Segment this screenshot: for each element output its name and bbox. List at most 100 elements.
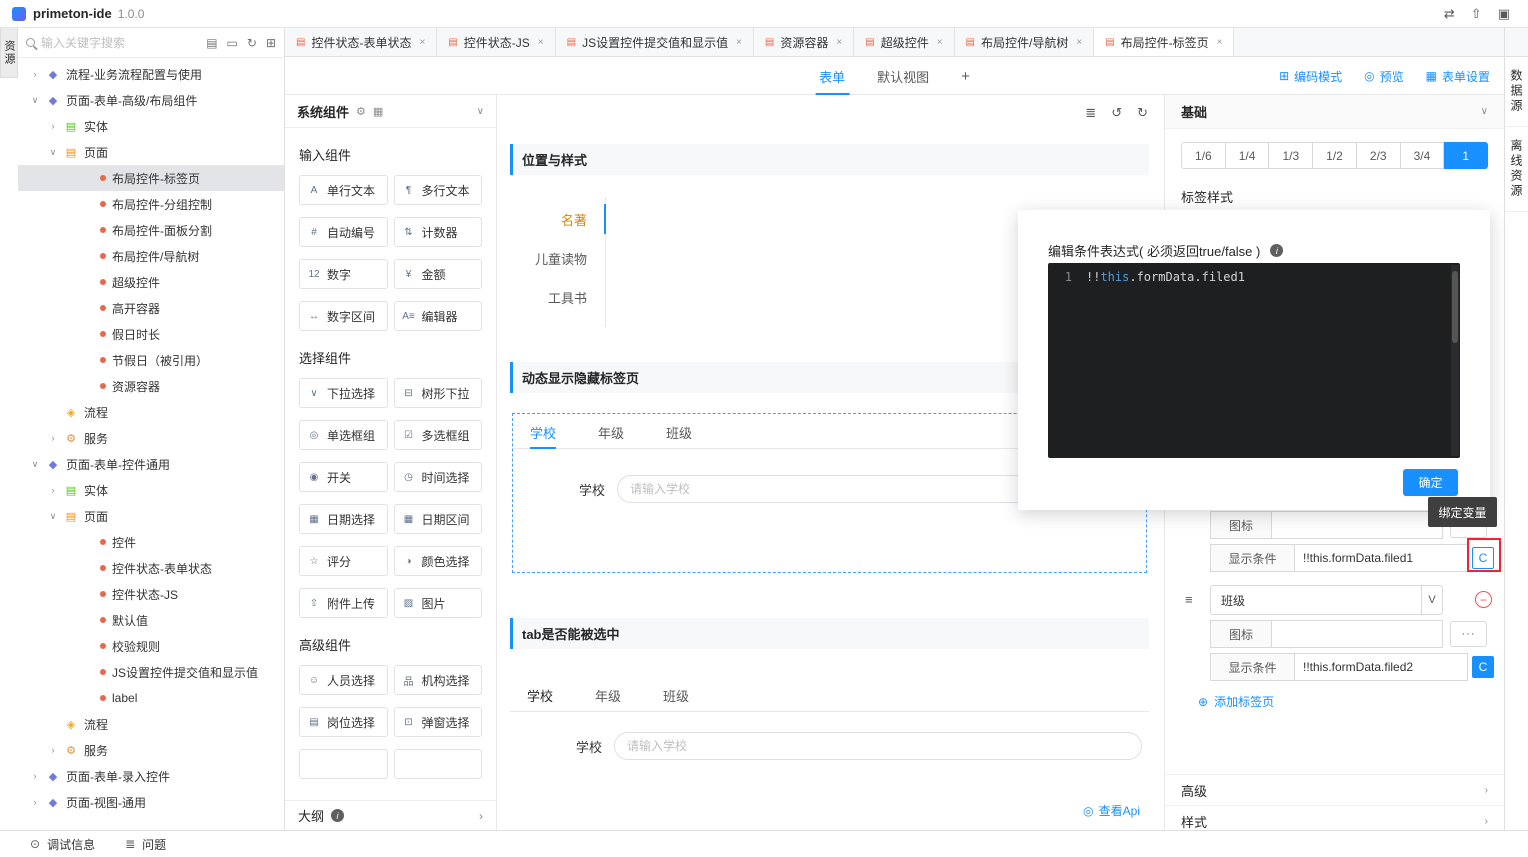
tree-item[interactable]: 控件状态-JS — [18, 581, 284, 607]
dock-tab[interactable]: 离线资源 — [1505, 127, 1528, 212]
file-upload[interactable]: ⇧附件上传 — [299, 588, 388, 618]
gear-icon[interactable]: ⚙ — [356, 105, 366, 118]
tree-item[interactable]: ›◆流程-业务流程配置与使用 — [18, 61, 284, 87]
tree-caret-icon[interactable]: › — [30, 69, 40, 79]
tree-item[interactable]: ›▤实体 — [18, 113, 284, 139]
number[interactable]: 12数字 — [299, 259, 388, 289]
resource-panel-tab[interactable]: 资源 — [0, 28, 18, 78]
view-tab[interactable]: 默认视图 — [877, 57, 929, 95]
drag-handle-icon[interactable]: ≡ — [1185, 592, 1193, 607]
tree-item[interactable]: ∨▤页面 — [18, 139, 284, 165]
canvas-tab[interactable]: 班级 — [666, 416, 692, 448]
vertical-tab[interactable]: 工具书 — [510, 282, 605, 312]
vertical-tab[interactable]: 名著 — [510, 204, 605, 234]
tree-item[interactable]: 节假日（被引用） — [18, 347, 284, 373]
color-picker[interactable]: ◑颜色选择 — [394, 546, 483, 576]
dropdown-select[interactable]: ∨下拉选择 — [299, 378, 388, 408]
editor-scrollbar[interactable] — [1451, 265, 1459, 456]
icon-input[interactable] — [1272, 511, 1443, 539]
tree-item[interactable]: 控件状态-表单状态 — [18, 555, 284, 581]
tree-item[interactable]: 控件 — [18, 529, 284, 555]
tree-caret-icon[interactable]: › — [48, 433, 58, 443]
sync-icon[interactable]: ⇄ — [1444, 6, 1455, 22]
tree-item[interactable]: ∨◆页面-表单-控件通用 — [18, 451, 284, 477]
dialog-select[interactable]: ⊡弹窗选择 — [394, 707, 483, 737]
tree-item[interactable]: 超级控件 — [18, 269, 284, 295]
width-option[interactable]: 1/6 — [1181, 142, 1226, 169]
date-range[interactable]: ▦日期区间 — [394, 504, 483, 534]
palette-header[interactable]: 系统组件 ⚙ ▦ ∨ — [285, 95, 496, 128]
tab-close-icon[interactable]: × — [1217, 37, 1223, 48]
remove-tab-button[interactable]: − — [1475, 591, 1492, 608]
save-icon[interactable]: ▣ — [1498, 6, 1510, 22]
variable-button[interactable]: V — [1422, 585, 1443, 615]
code-mode-button[interactable]: ⊞编码模式 — [1279, 68, 1342, 85]
tree-item[interactable]: 高开容器 — [18, 295, 284, 321]
vertical-tab[interactable]: 儿童读物 — [510, 243, 605, 273]
editor-tab[interactable]: ▤资源容器× — [754, 28, 854, 56]
tree-item[interactable]: 布局控件-标签页 — [18, 165, 284, 191]
editor-tab[interactable]: ▤布局控件-标签页× — [1094, 28, 1234, 56]
tree-item[interactable]: 布局控件-分组控制 — [18, 191, 284, 217]
tab-close-icon[interactable]: × — [1076, 37, 1082, 48]
advanced-section-header[interactable]: 高级 › — [1165, 774, 1504, 805]
tree-item[interactable]: 校验规则 — [18, 633, 284, 659]
tree-item[interactable]: ›◆页面-表单-录入控件 — [18, 763, 284, 789]
publish-icon[interactable]: ⇧ — [1471, 6, 1482, 22]
time-picker[interactable]: ◷时间选择 — [394, 462, 483, 492]
tree-item[interactable]: ›◆页面-视图-通用 — [18, 789, 284, 815]
tree-select[interactable]: ⊟树形下拉 — [394, 378, 483, 408]
edit-condition-button[interactable]: C — [1472, 656, 1494, 678]
tab-close-icon[interactable]: × — [836, 37, 842, 48]
tree-caret-icon[interactable]: › — [30, 797, 40, 807]
editor-tab[interactable]: ▤JS设置控件提交值和显示值× — [556, 28, 754, 56]
dock-tab[interactable]: 数据源 — [1505, 57, 1528, 127]
refresh-icon[interactable]: ↻ — [247, 36, 257, 50]
editor-tab[interactable]: ▤布局控件/导航树× — [955, 28, 1095, 56]
search-input[interactable] — [41, 36, 200, 50]
folder-icon[interactable]: ▭ — [227, 36, 238, 50]
redo-icon[interactable]: ↻ — [1137, 105, 1148, 121]
chevron-down-icon[interactable]: ∨ — [1481, 106, 1488, 117]
editor-tab[interactable]: ▤超级控件× — [854, 28, 954, 56]
undo-icon[interactable]: ↺ — [1111, 105, 1122, 121]
basic-section-header[interactable]: 基础 ∨ — [1165, 95, 1504, 129]
add-view-button[interactable]: + — [961, 57, 970, 95]
tree-caret-icon[interactable]: › — [48, 485, 58, 495]
tree-caret-icon[interactable]: › — [48, 121, 58, 131]
tab-name-input[interactable] — [1210, 585, 1422, 615]
switch[interactable]: ◉开关 — [299, 462, 388, 492]
view-api-link[interactable]: ◎ 查看Api — [1083, 802, 1140, 819]
tree-caret-icon[interactable]: ∨ — [48, 511, 58, 522]
tab-close-icon[interactable]: × — [736, 37, 742, 48]
date-picker[interactable]: ▦日期选择 — [299, 504, 388, 534]
image[interactable]: ▨图片 — [394, 588, 483, 618]
user-select[interactable]: ☺人员选择 — [299, 665, 388, 695]
tab-close-icon[interactable]: × — [937, 37, 943, 48]
counter[interactable]: ⇅计数器 — [394, 217, 483, 247]
canvas-tab[interactable]: 年级 — [598, 416, 624, 448]
width-option[interactable]: 1/4 — [1226, 142, 1270, 169]
scrollbar-thumb[interactable] — [1452, 271, 1458, 343]
tree-item[interactable]: 布局控件-面板分割 — [18, 217, 284, 243]
post-select[interactable]: ▤岗位选择 — [299, 707, 388, 737]
amount[interactable]: ¥金额 — [394, 259, 483, 289]
width-option[interactable]: 1 — [1444, 142, 1488, 169]
tree-item[interactable]: JS设置控件提交值和显示值 — [18, 659, 284, 685]
view-tab[interactable]: 表单 — [819, 57, 845, 95]
rich-editor[interactable]: A≡编辑器 — [394, 301, 483, 331]
condition-value[interactable]: !!this.formData.filed2 — [1295, 653, 1468, 681]
form-settings-button[interactable]: ▦表单设置 — [1426, 68, 1490, 85]
school-input[interactable] — [614, 732, 1142, 760]
outline-icon[interactable]: ≣ — [1085, 105, 1096, 121]
tree-item[interactable]: ›⚙服务 — [18, 425, 284, 451]
tree-item[interactable]: ◈流程 — [18, 399, 284, 425]
tree-item[interactable]: ◈流程 — [18, 711, 284, 737]
width-option[interactable]: 3/4 — [1401, 142, 1445, 169]
editor-tab[interactable]: ▤控件状态-JS× — [437, 28, 555, 56]
width-option[interactable]: 1/3 — [1269, 142, 1313, 169]
info-icon[interactable]: i — [1270, 244, 1283, 257]
auto-number[interactable]: #自动编号 — [299, 217, 388, 247]
grid-icon[interactable]: ▦ — [373, 105, 383, 118]
canvas-tab[interactable]: 班级 — [663, 679, 689, 711]
